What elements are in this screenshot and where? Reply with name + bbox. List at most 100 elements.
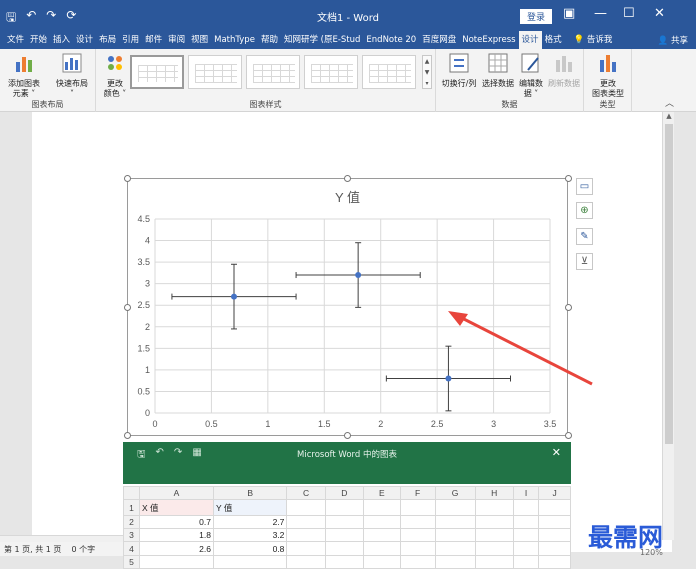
cell[interactable] <box>434 528 476 543</box>
chart-styles-icon[interactable]: ✎ <box>576 228 593 245</box>
row-header[interactable]: 3 <box>123 528 140 543</box>
cell[interactable] <box>538 528 571 543</box>
tab-view[interactable]: 视图 <box>188 31 211 49</box>
resize-handle-l[interactable] <box>124 304 131 311</box>
refresh-data-button[interactable]: 刷新数据 <box>546 52 582 89</box>
cell[interactable] <box>362 514 401 530</box>
tab-endnote[interactable]: EndNote 20 <box>363 31 419 49</box>
chart-style-3[interactable] <box>246 55 300 89</box>
cell[interactable] <box>324 514 364 530</box>
tab-insert[interactable]: 插入 <box>50 31 73 49</box>
resize-handle-b[interactable] <box>344 432 351 439</box>
col-header-c[interactable]: C <box>286 485 326 501</box>
cell[interactable] <box>474 554 514 569</box>
cell[interactable] <box>434 514 476 530</box>
add-chart-element-button[interactable]: 添加图表 元素 ˅ <box>2 52 46 99</box>
chart-style-5[interactable] <box>362 55 416 89</box>
cell[interactable] <box>512 554 540 569</box>
cell-b1[interactable]: Y 值 <box>212 499 288 516</box>
cell[interactable] <box>399 541 436 556</box>
cell[interactable] <box>512 528 540 543</box>
resize-handle-br[interactable] <box>565 432 572 439</box>
login-button[interactable]: 登录 <box>520 9 553 24</box>
cell-b4[interactable]: 0.8 <box>212 541 288 556</box>
select-data-button[interactable]: 选择数据 <box>480 52 516 89</box>
cell[interactable] <box>286 528 326 543</box>
cell[interactable] <box>538 554 571 569</box>
tab-home[interactable]: 开始 <box>27 31 50 49</box>
cell[interactable] <box>286 541 326 556</box>
switch-row-column-button[interactable]: 切换行/列 <box>440 52 478 89</box>
cell[interactable] <box>324 541 364 556</box>
cell-a4[interactable]: 2.6 <box>139 541 214 556</box>
cell[interactable] <box>286 554 326 569</box>
resize-handle-tr[interactable] <box>565 175 572 182</box>
cell[interactable] <box>286 499 326 516</box>
change-colors-button[interactable]: 更改 颜色 ˅ <box>100 52 130 99</box>
cell[interactable] <box>362 554 401 569</box>
word-count[interactable]: 0 个字 <box>71 544 95 555</box>
quick-layout-button[interactable]: 快速布局 ˅ <box>50 52 94 99</box>
restore-button[interactable]: ☐ <box>623 6 635 21</box>
tab-cnki[interactable]: 知网研学 (原E-Stud <box>281 31 363 49</box>
cell[interactable] <box>399 514 436 530</box>
resize-handle-bl[interactable] <box>124 432 131 439</box>
gallery-scroll-arrows[interactable]: ▲ ▼ ▾ <box>422 55 432 89</box>
resize-handle-t[interactable] <box>344 175 351 182</box>
cell[interactable] <box>286 514 326 530</box>
tab-review[interactable]: 审阅 <box>165 31 188 49</box>
cell[interactable] <box>324 499 364 516</box>
tell-me-search[interactable]: 💡 告诉我 <box>571 31 616 49</box>
cell-a2[interactable]: 0.7 <box>139 514 214 530</box>
cell[interactable] <box>538 541 571 556</box>
tab-mathtype[interactable]: MathType <box>211 31 258 49</box>
cell-a5[interactable] <box>139 554 214 569</box>
tab-help[interactable]: 帮助 <box>258 31 281 49</box>
cell-b5[interactable] <box>212 554 288 569</box>
cell[interactable] <box>324 528 364 543</box>
corner-cell[interactable] <box>123 485 140 501</box>
chart-style-4[interactable] <box>304 55 358 89</box>
cell[interactable] <box>538 514 571 530</box>
horizontal-scrollbar[interactable] <box>0 535 123 542</box>
tab-chart-format[interactable]: 格式 <box>542 31 565 49</box>
close-button[interactable]: ✕ <box>654 6 665 21</box>
page-count[interactable]: 第 1 页, 共 1 页 <box>4 544 61 555</box>
cell[interactable] <box>434 541 476 556</box>
spreadsheet-grid[interactable]: A B C D E F G H I J 1 X 值 Y 值 2 0.7 2.7 … <box>123 485 571 569</box>
cell[interactable] <box>474 499 514 516</box>
cell[interactable] <box>512 499 540 516</box>
col-header-a[interactable]: A <box>139 485 214 501</box>
col-header-b[interactable]: B <box>212 485 288 501</box>
chart-elements-icon[interactable]: ⊕ <box>576 202 593 219</box>
cell-b3[interactable]: 3.2 <box>212 528 288 543</box>
tab-references[interactable]: 引用 <box>119 31 142 49</box>
tab-layout[interactable]: 布局 <box>96 31 119 49</box>
tab-chart-design[interactable]: 设计 <box>518 31 542 49</box>
col-header-g[interactable]: G <box>434 485 476 501</box>
chart-filters-icon[interactable]: ⊻ <box>576 253 593 270</box>
change-chart-type-button[interactable]: 更改 图表类型 <box>588 52 628 99</box>
chart-style-2[interactable] <box>188 55 242 89</box>
cell-b2[interactable]: 2.7 <box>212 514 288 530</box>
share-button[interactable]: 👤 共享 <box>658 34 688 46</box>
collapse-ribbon-icon[interactable]: ︿ <box>665 96 674 109</box>
cell[interactable] <box>399 554 436 569</box>
resize-handle-tl[interactable] <box>124 175 131 182</box>
cell[interactable] <box>362 528 401 543</box>
excel-close-button[interactable]: ✕ <box>552 446 561 459</box>
col-header-i[interactable]: I <box>512 485 540 501</box>
col-header-j[interactable]: J <box>538 485 571 501</box>
tab-mailings[interactable]: 邮件 <box>142 31 165 49</box>
tab-design[interactable]: 设计 <box>73 31 96 49</box>
col-header-d[interactable]: D <box>324 485 364 501</box>
cell[interactable] <box>324 554 364 569</box>
tab-baidu-disk[interactable]: 百度网盘 <box>419 31 459 49</box>
edit-data-button[interactable]: 编辑数 据 ˅ <box>516 52 546 99</box>
cell[interactable] <box>399 528 436 543</box>
vertical-scrollbar[interactable]: ▲ <box>662 112 674 540</box>
cell[interactable] <box>474 514 514 530</box>
minimize-button[interactable]: — <box>594 6 607 21</box>
col-header-e[interactable]: E <box>362 485 401 501</box>
row-header[interactable]: 4 <box>123 541 140 556</box>
